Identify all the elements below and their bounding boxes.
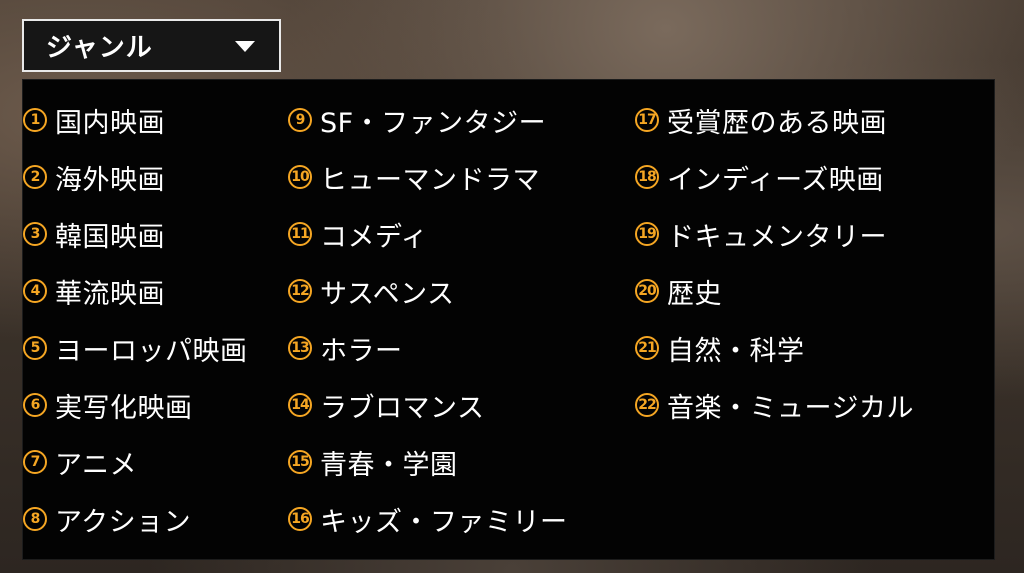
genre-label: アクション: [55, 506, 192, 538]
genre-item-kids-family[interactable]: 16 キッズ・ファミリー: [288, 499, 568, 539]
genre-item-domestic[interactable]: 1 国内映画: [23, 100, 165, 140]
genre-item-romance[interactable]: 14 ラブロマンス: [288, 385, 484, 425]
number-badge-icon: 3: [23, 222, 47, 246]
genre-label: 受賞歴のある映画: [667, 107, 887, 139]
number-badge-icon: 22: [635, 393, 659, 417]
genre-item-korean[interactable]: 3 韓国映画: [23, 214, 165, 254]
genre-item-foreign[interactable]: 2 海外映画: [23, 157, 165, 197]
number-badge-icon: 21: [635, 336, 659, 360]
genre-label: 音楽・ミュージカル: [667, 392, 914, 424]
genre-item-comedy[interactable]: 11 コメディ: [288, 214, 428, 254]
genre-item-documentary[interactable]: 19 ドキュメンタリー: [635, 214, 887, 254]
genre-label: 実写化映画: [55, 392, 193, 424]
number-badge-icon: 17: [635, 108, 659, 132]
number-badge-icon: 7: [23, 450, 47, 474]
genre-label: ヒューマンドラマ: [320, 164, 540, 196]
genre-item-nature-science[interactable]: 21 自然・科学: [635, 328, 805, 368]
genre-item-suspense[interactable]: 12 サスペンス: [288, 271, 455, 311]
number-badge-icon: 11: [288, 222, 312, 246]
number-badge-icon: 8: [23, 507, 47, 531]
number-badge-icon: 5: [23, 336, 47, 360]
genre-label: 華流映画: [55, 278, 165, 310]
number-badge-icon: 2: [23, 165, 47, 189]
number-badge-icon: 13: [288, 336, 312, 360]
genre-label: SF・ファンタジー: [320, 107, 547, 139]
genre-dropdown[interactable]: ジャンル: [22, 19, 281, 72]
genre-label: 自然・科学: [667, 335, 805, 367]
genre-label: 青春・学園: [320, 449, 458, 481]
number-badge-icon: 16: [288, 507, 312, 531]
genre-label: ホラー: [320, 335, 403, 367]
genre-label: 韓国映画: [55, 221, 165, 253]
genre-label: サスペンス: [320, 278, 455, 310]
genre-label: 海外映画: [55, 164, 165, 196]
number-badge-icon: 18: [635, 165, 659, 189]
number-badge-icon: 12: [288, 279, 312, 303]
genre-label: 歴史: [667, 278, 722, 310]
genre-item-award-winning[interactable]: 17 受賞歴のある映画: [635, 100, 887, 140]
number-badge-icon: 9: [288, 108, 312, 132]
number-badge-icon: 4: [23, 279, 47, 303]
genre-label: ヨーロッパ映画: [55, 335, 248, 367]
genre-label: ドキュメンタリー: [667, 221, 887, 253]
genre-label: インディーズ映画: [667, 164, 884, 196]
genre-item-european[interactable]: 5 ヨーロッパ映画: [23, 328, 248, 368]
genre-label: コメディ: [320, 221, 429, 253]
caret-down-icon: [235, 40, 255, 52]
genre-label: 国内映画: [55, 107, 165, 139]
number-badge-icon: 1: [23, 108, 47, 132]
genre-item-music-musical[interactable]: 22 音楽・ミュージカル: [635, 385, 914, 425]
number-badge-icon: 15: [288, 450, 312, 474]
number-badge-icon: 14: [288, 393, 312, 417]
genre-label: ラブロマンス: [320, 392, 485, 424]
genre-menu-panel: 1 国内映画 2 海外映画 3 韓国映画 4 華流映画 5 ヨーロッパ映画 6 …: [22, 79, 995, 560]
genre-item-indie[interactable]: 18 インディーズ映画: [635, 157, 884, 197]
genre-item-live-action[interactable]: 6 実写化映画: [23, 385, 193, 425]
number-badge-icon: 6: [23, 393, 47, 417]
number-badge-icon: 19: [635, 222, 659, 246]
genre-item-action[interactable]: 8 アクション: [23, 499, 191, 539]
genre-item-anime[interactable]: 7 アニメ: [23, 442, 137, 482]
genre-item-history[interactable]: 20 歴史: [635, 271, 722, 311]
genre-item-chinese[interactable]: 4 華流映画: [23, 271, 165, 311]
genre-label: アニメ: [55, 449, 137, 481]
genre-item-sf-fantasy[interactable]: 9 SF・ファンタジー: [288, 100, 546, 140]
dropdown-label: ジャンル: [46, 33, 153, 63]
number-badge-icon: 20: [635, 279, 659, 303]
genre-label: キッズ・ファミリー: [320, 506, 568, 538]
genre-item-youth-school[interactable]: 15 青春・学園: [288, 442, 458, 482]
genre-item-human-drama[interactable]: 10 ヒューマンドラマ: [288, 157, 540, 197]
genre-item-horror[interactable]: 13 ホラー: [288, 328, 403, 368]
number-badge-icon: 10: [288, 165, 312, 189]
